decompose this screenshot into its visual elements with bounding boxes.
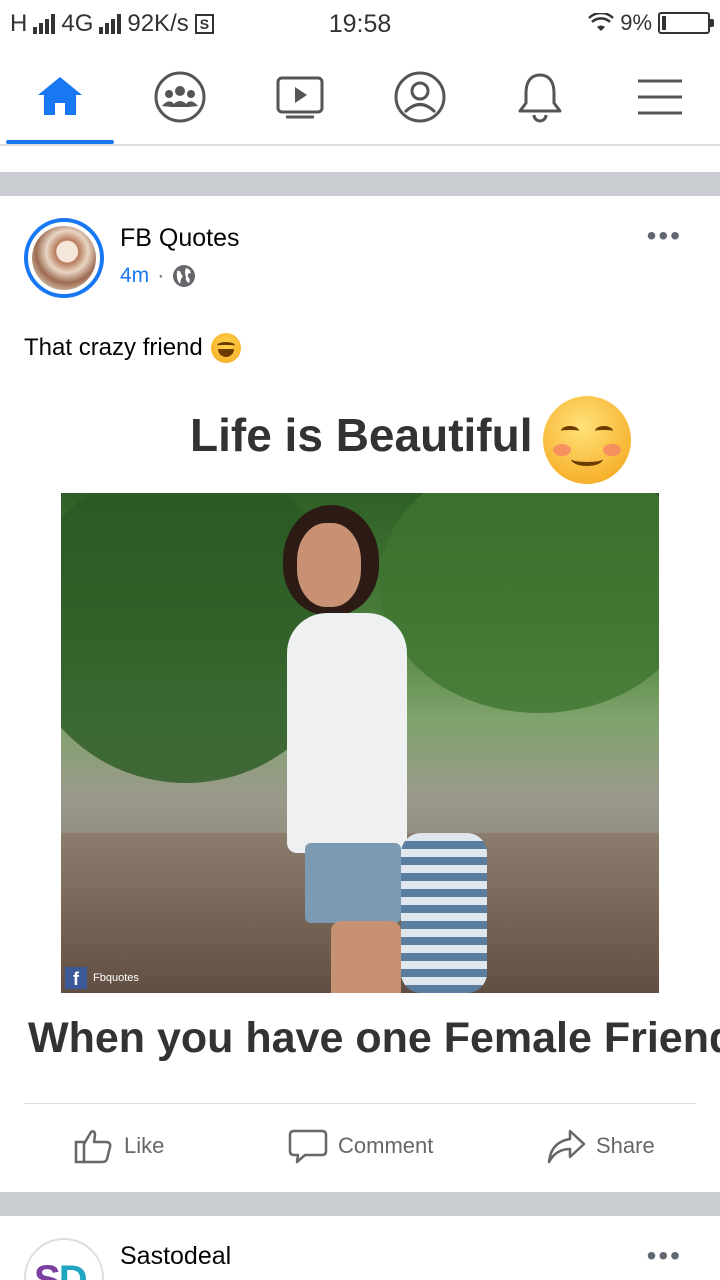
globe-icon <box>173 265 196 287</box>
tab-groups[interactable] <box>120 50 240 144</box>
like-label: Like <box>124 1133 165 1158</box>
watermark: f Fbquotes <box>65 967 139 989</box>
thumbs-up-icon <box>74 1130 112 1164</box>
bell-icon <box>518 73 562 123</box>
facebook-logo-icon: f <box>65 967 87 989</box>
comment-bubble-icon <box>288 1129 328 1164</box>
page-name[interactable]: FB Quotes <box>120 224 240 253</box>
caption-text: That crazy friend <box>24 334 203 361</box>
hamburger-menu-icon <box>638 79 682 115</box>
feed-separator-2 <box>0 1192 720 1216</box>
share-label: Share <box>596 1133 655 1158</box>
share-arrow-icon <box>547 1129 586 1164</box>
share-button[interactable]: Share <box>546 1126 655 1166</box>
avatar-image <box>32 226 96 290</box>
groups-icon <box>154 71 206 123</box>
status-right: 9% <box>588 10 714 36</box>
status-bar: H 4G 92K/s S 19:58 9% <box>0 0 720 50</box>
post-caption: That crazy friend <box>24 333 241 363</box>
image-text-bottom: When you have one Female Friend <box>28 1014 720 1062</box>
top-nav <box>0 50 720 146</box>
comment-button[interactable]: Comment <box>288 1126 433 1166</box>
meta-separator: · <box>157 264 165 287</box>
post-actions: Like Comment Share <box>0 1104 720 1190</box>
like-button[interactable]: Like <box>74 1126 164 1166</box>
person-bag <box>401 833 487 993</box>
tab-menu[interactable] <box>600 50 720 144</box>
smiling-blush-emoji-icon <box>543 396 631 484</box>
person-shorts <box>305 843 401 923</box>
next-page-avatar[interactable]: SD <box>24 1238 104 1280</box>
next-more-options-button[interactable]: ••• <box>647 1242 682 1270</box>
next-post-header: SD Sastodeal ••• <box>24 1238 696 1280</box>
tab-watch[interactable] <box>240 50 360 144</box>
battery-percent: 9% <box>620 10 652 35</box>
home-icon <box>38 77 82 115</box>
post-photo[interactable]: f Fbquotes <box>61 493 659 993</box>
profile-icon <box>394 71 446 123</box>
person-leg <box>331 921 401 993</box>
post-time[interactable]: 4m <box>120 264 149 288</box>
tab-profile[interactable] <box>360 50 480 144</box>
watch-video-icon <box>276 76 324 119</box>
more-options-button[interactable]: ••• <box>647 222 682 250</box>
watermark-text: Fbquotes <box>93 972 139 984</box>
tab-home[interactable] <box>0 50 120 144</box>
post-header: FB Quotes 4m · ••• <box>24 218 696 302</box>
feed-separator <box>0 172 720 196</box>
post-meta: 4m · <box>120 264 196 288</box>
battery-icon <box>658 12 714 34</box>
wifi-icon <box>588 13 615 31</box>
person-face <box>297 523 361 607</box>
image-text-top: Life is Beautiful <box>190 409 533 461</box>
grinning-emoji-icon <box>210 333 241 363</box>
person-shirt <box>287 613 407 853</box>
tab-notifications[interactable] <box>480 50 600 144</box>
avatar-logo-text: SD <box>34 1258 88 1280</box>
page-avatar[interactable] <box>24 218 104 298</box>
comment-label: Comment <box>338 1133 434 1158</box>
next-page-name[interactable]: Sastodeal <box>120 1242 231 1271</box>
